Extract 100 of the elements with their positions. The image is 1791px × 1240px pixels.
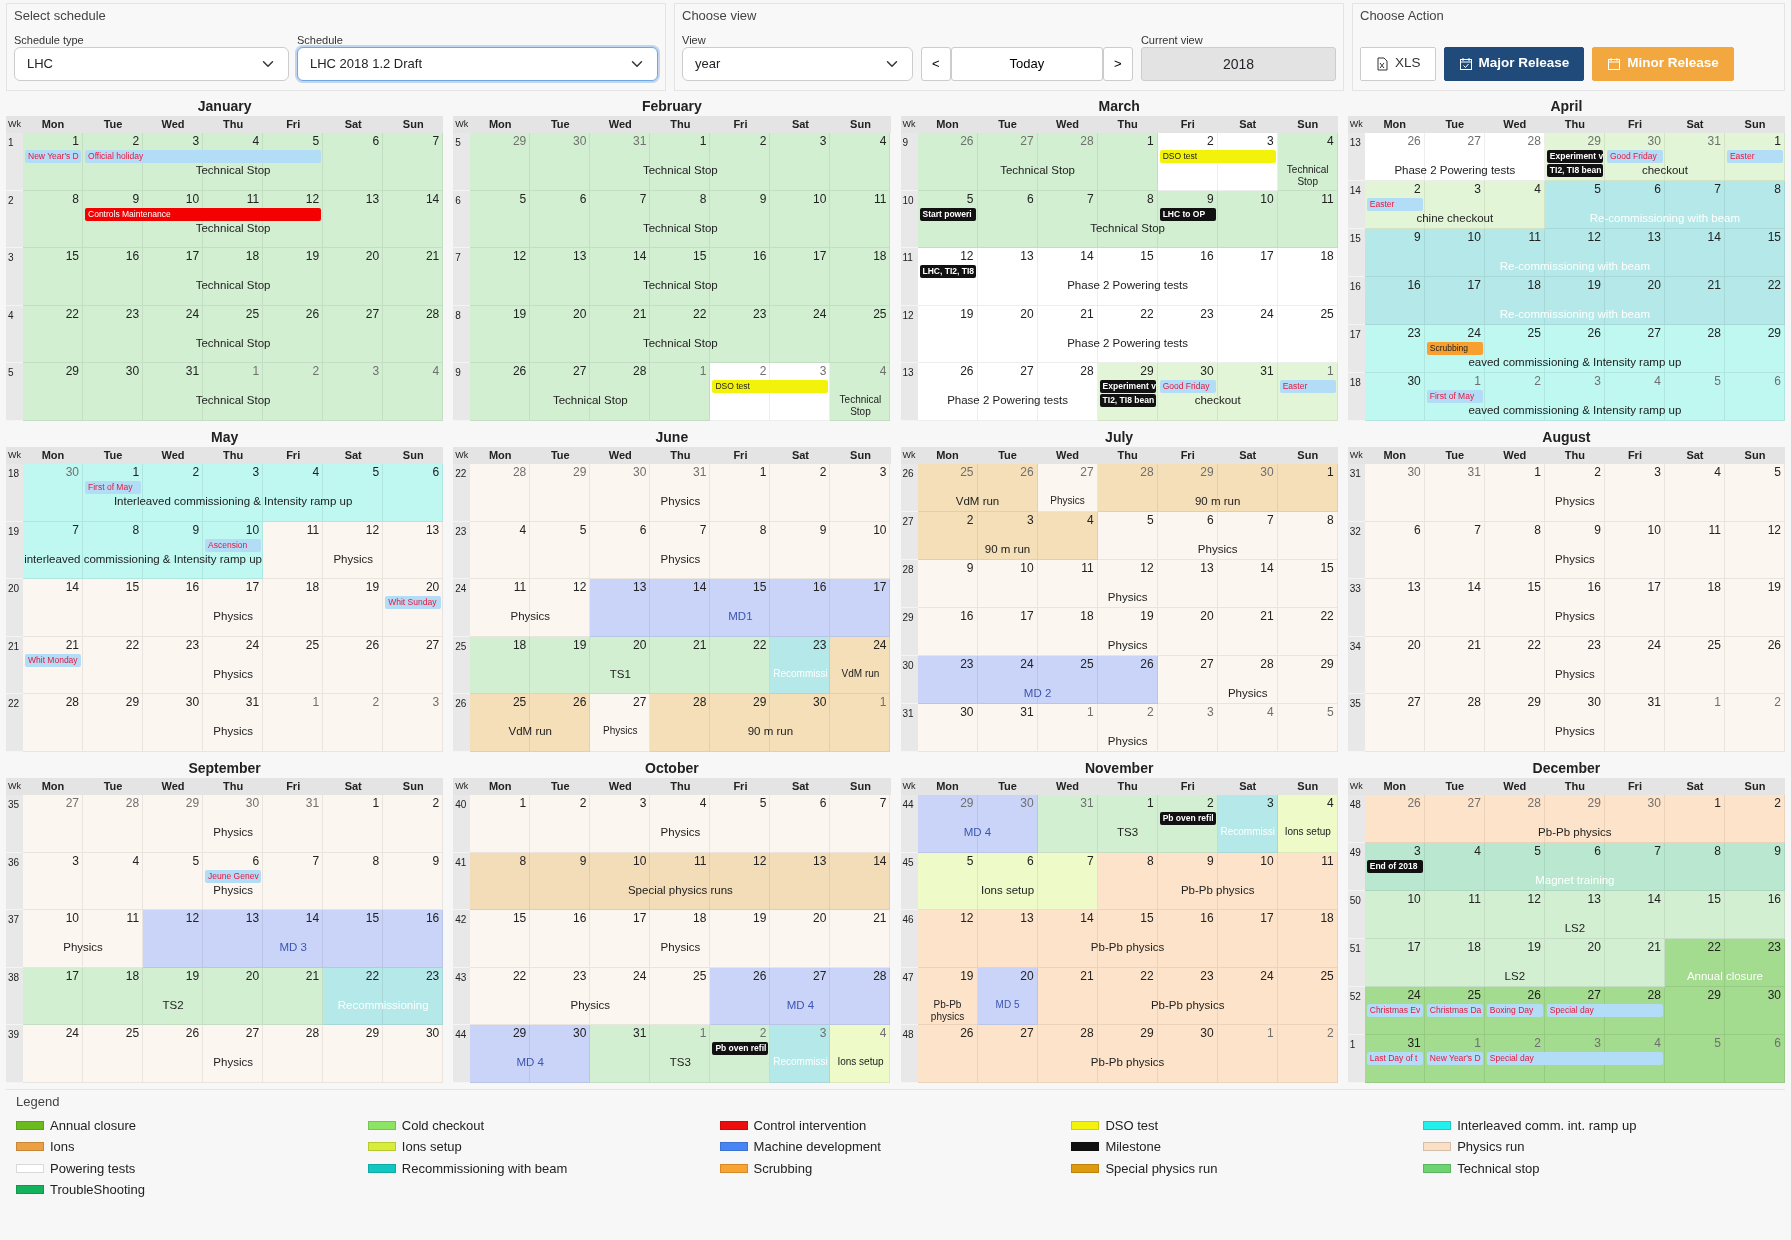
milestone-tag[interactable]: Pb oven refil xyxy=(1159,812,1216,825)
event-tag[interactable]: Scrubbing xyxy=(1426,342,1483,355)
day-cell: 15 xyxy=(83,579,144,637)
day-cell: 3 xyxy=(590,795,651,853)
day-cell: 26 xyxy=(1097,656,1158,704)
event-label: Ions setup xyxy=(981,883,1035,896)
day-cell: 13 xyxy=(977,910,1038,968)
day-cell: 21 xyxy=(1037,967,1098,1026)
legend-label: Ions xyxy=(50,1138,75,1156)
day-cell: 7 xyxy=(263,852,324,911)
event-label: Technical Stop xyxy=(195,221,271,234)
milestone-tag[interactable]: Experiment v xyxy=(1099,380,1156,394)
weekday-header: Fri xyxy=(1179,117,1196,132)
day-cell: 30 xyxy=(530,133,591,191)
day-cell: 17 xyxy=(1604,579,1665,637)
day-cell: 17 xyxy=(1217,248,1278,306)
day-cell: 14 xyxy=(830,852,891,911)
week-number: 9 xyxy=(453,363,471,421)
day-cell: 16 xyxy=(1724,891,1785,939)
event-label: Physics xyxy=(213,610,253,623)
day-cell: 25 xyxy=(650,967,711,1026)
day-cell: 1 xyxy=(1484,464,1545,522)
event-label: Re-commissioning with beam xyxy=(1499,260,1650,272)
weekday-header: Fri xyxy=(285,779,302,794)
milestone-tag[interactable]: TI2, TI8 bean xyxy=(1546,164,1603,177)
day-cell: 16 xyxy=(917,608,978,656)
milestone-tag[interactable]: TI2, TI8 bean xyxy=(1099,394,1156,408)
day-cell: 30 xyxy=(83,363,144,421)
weekday-header: Wed xyxy=(1055,117,1081,132)
event-label: 90 m run xyxy=(984,543,1031,555)
day-cell: 30 xyxy=(383,1025,444,1083)
weekday-header: Mon xyxy=(487,448,513,463)
week-header: Wk xyxy=(901,780,917,793)
weekday-header: Mon xyxy=(1382,779,1408,794)
weekday-header: Mon xyxy=(40,117,66,132)
event-label: TS1 xyxy=(609,667,631,680)
day-cell: 6 xyxy=(770,795,831,853)
day-cell: 17 xyxy=(770,248,831,306)
day-cell: 23 xyxy=(143,636,204,695)
milestone-tag[interactable]: Pb oven refil xyxy=(712,1042,769,1056)
event-label: Physics xyxy=(213,883,253,896)
day-cell: 12 xyxy=(143,910,204,968)
day-cell: 11 xyxy=(1664,521,1725,580)
day-cell: 13 xyxy=(530,248,591,306)
weekday-header: Fri xyxy=(285,117,302,132)
day-cell: 1 xyxy=(650,363,711,421)
event-label: Recommissi xyxy=(773,1056,828,1069)
week-number: 1 xyxy=(6,133,23,191)
event-tag[interactable]: DSO test xyxy=(712,380,829,394)
event-label: Physics xyxy=(1107,639,1148,651)
select-field[interactable]: LHC xyxy=(14,46,289,81)
day-cell: 1 xyxy=(1664,795,1725,843)
field-label: Current view xyxy=(1140,32,1204,47)
day-cell: 19 xyxy=(323,579,384,637)
weekday-header: Mon xyxy=(935,117,960,132)
day-cell: 6 xyxy=(977,190,1038,249)
select-field[interactable]: LHC 2018 1.2 Draft xyxy=(297,46,658,81)
next-button[interactable]: > xyxy=(1102,46,1133,81)
day-cell: 31 xyxy=(263,795,324,853)
export-button[interactable]: XLS xyxy=(1360,46,1436,81)
event-label: Physics xyxy=(1050,495,1085,507)
weekday-header: Sun xyxy=(849,448,872,463)
event-label: Phase 2 Powering tests xyxy=(947,394,1068,407)
week-number: 31 xyxy=(900,704,918,752)
day-cell: 28 xyxy=(83,795,144,853)
milestone-tag[interactable]: Experiment v xyxy=(1546,150,1603,163)
week-header: Wk xyxy=(1348,118,1364,131)
weekday-header: Thu xyxy=(222,117,245,132)
day-cell: 4 xyxy=(1664,464,1725,522)
week-number: 22 xyxy=(6,694,23,752)
day-cell: 11 xyxy=(263,521,324,580)
today-button[interactable]: Today xyxy=(950,46,1103,81)
weekday-header: Fri xyxy=(1179,448,1196,463)
day-cell: 16 xyxy=(1364,277,1425,325)
week-number: 33 xyxy=(1347,579,1365,637)
day-cell: 20 xyxy=(770,910,831,968)
day-cell: 5 xyxy=(1724,464,1785,522)
day-cell: 14 xyxy=(1217,560,1278,608)
current-view-field[interactable]: 2018 xyxy=(1140,46,1336,81)
day-cell: 20 xyxy=(1157,608,1218,656)
event-tag[interactable]: DSO test xyxy=(1159,150,1276,163)
day-cell: 1 xyxy=(263,694,324,752)
day-cell: 28 xyxy=(650,694,711,752)
day-cell: 14 xyxy=(650,579,711,637)
event-label: VdM run xyxy=(508,725,552,738)
major-release-button[interactable]: Major Release xyxy=(1443,46,1585,81)
week-number: 26 xyxy=(453,694,471,752)
day-cell: 6 xyxy=(323,133,384,191)
milestone-tag[interactable]: End of 2018 xyxy=(1366,860,1423,873)
month-title: November xyxy=(1083,759,1155,778)
day-cell: 22 xyxy=(710,636,771,695)
day-cell: 5 xyxy=(1277,704,1338,752)
event-label: Physics xyxy=(63,941,103,954)
milestone-tag[interactable]: LHC, TI2, TI8 xyxy=(919,265,976,279)
event-label: Re-commissioning with beam xyxy=(1589,212,1740,224)
week-header: Wk xyxy=(454,449,470,462)
view-select[interactable]: year xyxy=(682,46,913,81)
previous-button[interactable]: < xyxy=(920,46,951,81)
day-cell: 26 xyxy=(470,363,531,421)
month-title: September xyxy=(187,759,262,778)
